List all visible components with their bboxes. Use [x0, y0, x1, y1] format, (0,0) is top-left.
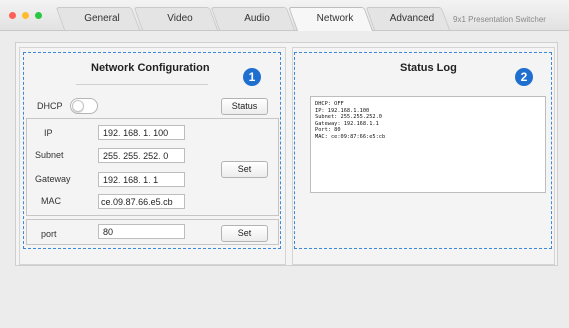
tab-content-area: Network Configuration 1 DHCP Status IP 1…: [15, 42, 558, 266]
log-line: MAC: ce:09:87:66:e5:cb: [315, 133, 386, 140]
set-address-button[interactable]: Set: [221, 161, 268, 178]
status-log-box[interactable]: DHCP: OFF IP: 192.168.1.100 Subnet: 255.…: [310, 96, 546, 193]
gateway-octet: 168: [123, 175, 139, 185]
step-one-badge: 1: [243, 68, 261, 86]
ip-octet: 192: [103, 128, 119, 138]
mac-label: MAC: [41, 196, 61, 206]
mac-byte: cb: [163, 197, 173, 207]
title-bar: General Video Audio Advanced Network 9x1…: [0, 0, 569, 31]
tab-label: Audio: [244, 13, 270, 24]
subnet-octet: 255: [103, 151, 119, 161]
mac-byte: e5: [150, 197, 161, 207]
ip-octet: 168: [123, 128, 139, 138]
network-config-heading: Network Configuration: [91, 62, 210, 74]
mac-byte: 87: [125, 197, 136, 207]
status-button[interactable]: Status: [221, 98, 268, 115]
subnet-field[interactable]: 255. 255. 252. 0: [98, 148, 185, 163]
dhcp-label: DHCP: [37, 101, 63, 111]
zoom-window-button[interactable]: [35, 12, 42, 19]
subnet-octet: 252: [143, 151, 159, 161]
tab-general[interactable]: General: [55, 7, 140, 30]
set-port-button[interactable]: Set: [221, 225, 268, 242]
tab-network[interactable]: Network: [288, 7, 373, 31]
close-window-button[interactable]: [9, 12, 16, 19]
tab-audio[interactable]: Audio: [210, 7, 295, 30]
dhcp-toggle-knob: [72, 100, 84, 112]
gateway-label: Gateway: [35, 174, 71, 184]
heading-divider: [76, 84, 208, 85]
gateway-octet: 192: [103, 175, 119, 185]
step-two-badge: 2: [515, 68, 533, 86]
tab-label: Network: [316, 13, 354, 24]
dhcp-toggle[interactable]: [70, 98, 98, 114]
mac-field[interactable]: ce.09.87.66.e5.cb: [98, 194, 185, 209]
subnet-label: Subnet: [35, 150, 64, 160]
port-label: port: [41, 229, 57, 239]
subnet-octet: 0: [163, 151, 169, 161]
app-title: 9x1 Presentation Switcher: [453, 15, 546, 24]
mac-byte: 66: [138, 197, 149, 207]
minimize-window-button[interactable]: [22, 12, 29, 19]
gateway-field[interactable]: 192. 168. 1. 1: [98, 172, 185, 187]
tab-label: General: [84, 13, 120, 24]
ip-octet: 100: [153, 128, 169, 138]
port-field[interactable]: 80: [98, 224, 185, 239]
tab-label: Advanced: [389, 13, 435, 24]
subnet-octet: 255: [123, 151, 139, 161]
tab-video[interactable]: Video: [133, 7, 218, 30]
mac-byte: ce: [101, 197, 111, 207]
gateway-octet: 1: [153, 175, 159, 185]
status-log-heading: Status Log: [400, 62, 457, 74]
mac-byte: 09: [113, 197, 124, 207]
tab-label: Video: [167, 13, 193, 24]
ip-field[interactable]: 192. 168. 1. 100: [98, 125, 185, 140]
ip-label: IP: [44, 128, 53, 138]
tab-advanced[interactable]: Advanced: [365, 7, 450, 30]
